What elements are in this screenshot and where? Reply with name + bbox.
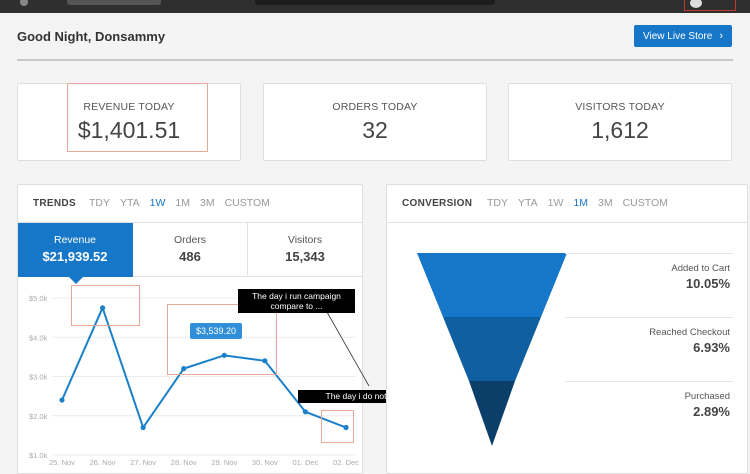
tab-1w[interactable]: 1W [548,197,564,209]
funnel-label: Added to Cart [671,263,730,274]
tab-tdy[interactable]: TDY [487,197,508,209]
funnel-value: 10.05% [685,276,730,291]
tab-yta[interactable]: YTA [518,197,538,209]
funnel-stage-reached-checkout [443,317,541,381]
funnel-label: Purchased [684,391,730,402]
divider [565,381,733,382]
funnel-stage-added-to-cart [417,253,567,317]
annotation-note: The day i run campaign compare to ... [238,289,355,313]
funnel-step-reached-checkout: Reached Checkout 6.93% [580,327,730,355]
funnel-step-added-to-cart: Added to Cart 10.05% [580,263,730,291]
funnel-value: 2.89% [693,404,730,419]
divider [565,253,733,254]
chart-tooltip: $3,539.20 [190,323,243,339]
funnel-stage-purchased [469,381,515,446]
conversion-range-tabs: TDY YTA 1W 1M 3M CUSTOM [487,197,678,209]
funnel-value: 6.93% [693,340,730,355]
divider [565,317,733,318]
conversion-funnel [417,253,567,446]
funnel-step-purchased: Purchased 2.89% [580,391,730,419]
divider [387,222,747,223]
funnel-label: Reached Checkout [649,327,730,338]
tab-3m[interactable]: 3M [598,197,613,209]
conversion-title: CONVERSION [402,198,473,209]
tab-1m[interactable]: 1M [573,197,588,209]
tab-custom[interactable]: CUSTOM [623,197,668,209]
